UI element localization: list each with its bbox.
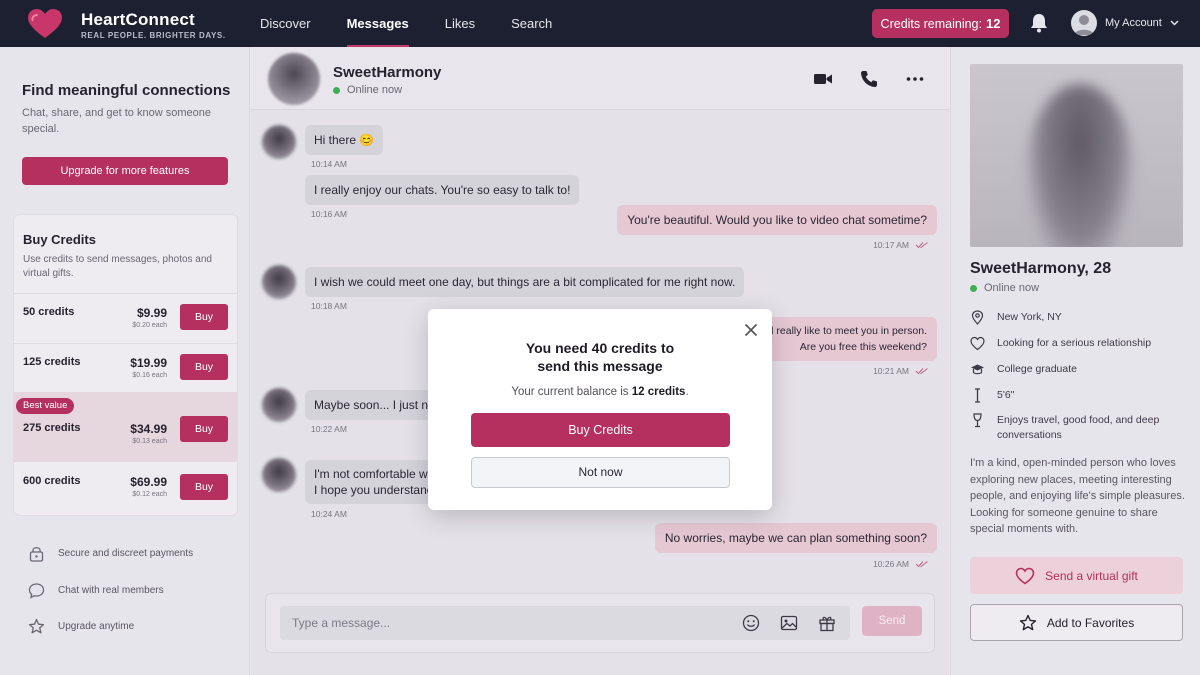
nav-messages[interactable]: Messages <box>346 0 409 47</box>
avatar <box>1071 10 1097 36</box>
chevron-down-icon <box>1170 20 1179 26</box>
credits-value: 12 <box>985 16 1001 31</box>
insufficient-credits-dialog: You need 40 credits to send this message… <box>428 309 772 510</box>
balance-value: 12 credits <box>631 386 686 398</box>
balance-prefix: Your current balance is <box>511 386 629 398</box>
balance-suffix: . <box>685 386 689 398</box>
dialog-title-line: send this message <box>537 358 663 374</box>
not-now-button[interactable]: Not now <box>471 457 730 488</box>
nav-likes[interactable]: Likes <box>445 0 475 47</box>
brand[interactable]: HeartConnect REAL PEOPLE. BRIGHTER DAYS. <box>81 10 226 40</box>
close-icon[interactable] <box>744 323 758 337</box>
account-label: My Account <box>1105 17 1162 29</box>
nav-discover[interactable]: Discover <box>260 0 311 47</box>
bell-icon[interactable] <box>1030 13 1048 33</box>
user-icon <box>1074 15 1094 35</box>
brand-name: HeartConnect <box>81 10 195 29</box>
nav-search[interactable]: Search <box>511 0 552 47</box>
dialog-balance: Your current balance is 12 credits. <box>428 386 772 398</box>
dialog-title-line: You need 40 credits to <box>525 340 675 356</box>
credits-label: Credits remaining: <box>880 17 982 31</box>
account-menu[interactable]: My Account <box>1071 10 1179 36</box>
buy-credits-button[interactable]: Buy Credits <box>471 413 730 447</box>
top-nav-bar: HeartConnect REAL PEOPLE. BRIGHTER DAYS.… <box>0 0 1200 47</box>
heart-logo-icon[interactable] <box>28 9 62 39</box>
credits-remaining-button[interactable]: Credits remaining: 12 <box>872 9 1009 38</box>
dialog-title: You need 40 credits to send this message <box>428 339 772 375</box>
brand-tagline: REAL PEOPLE. BRIGHTER DAYS. <box>81 31 226 40</box>
main-nav: Discover Messages Likes Search <box>260 0 588 47</box>
